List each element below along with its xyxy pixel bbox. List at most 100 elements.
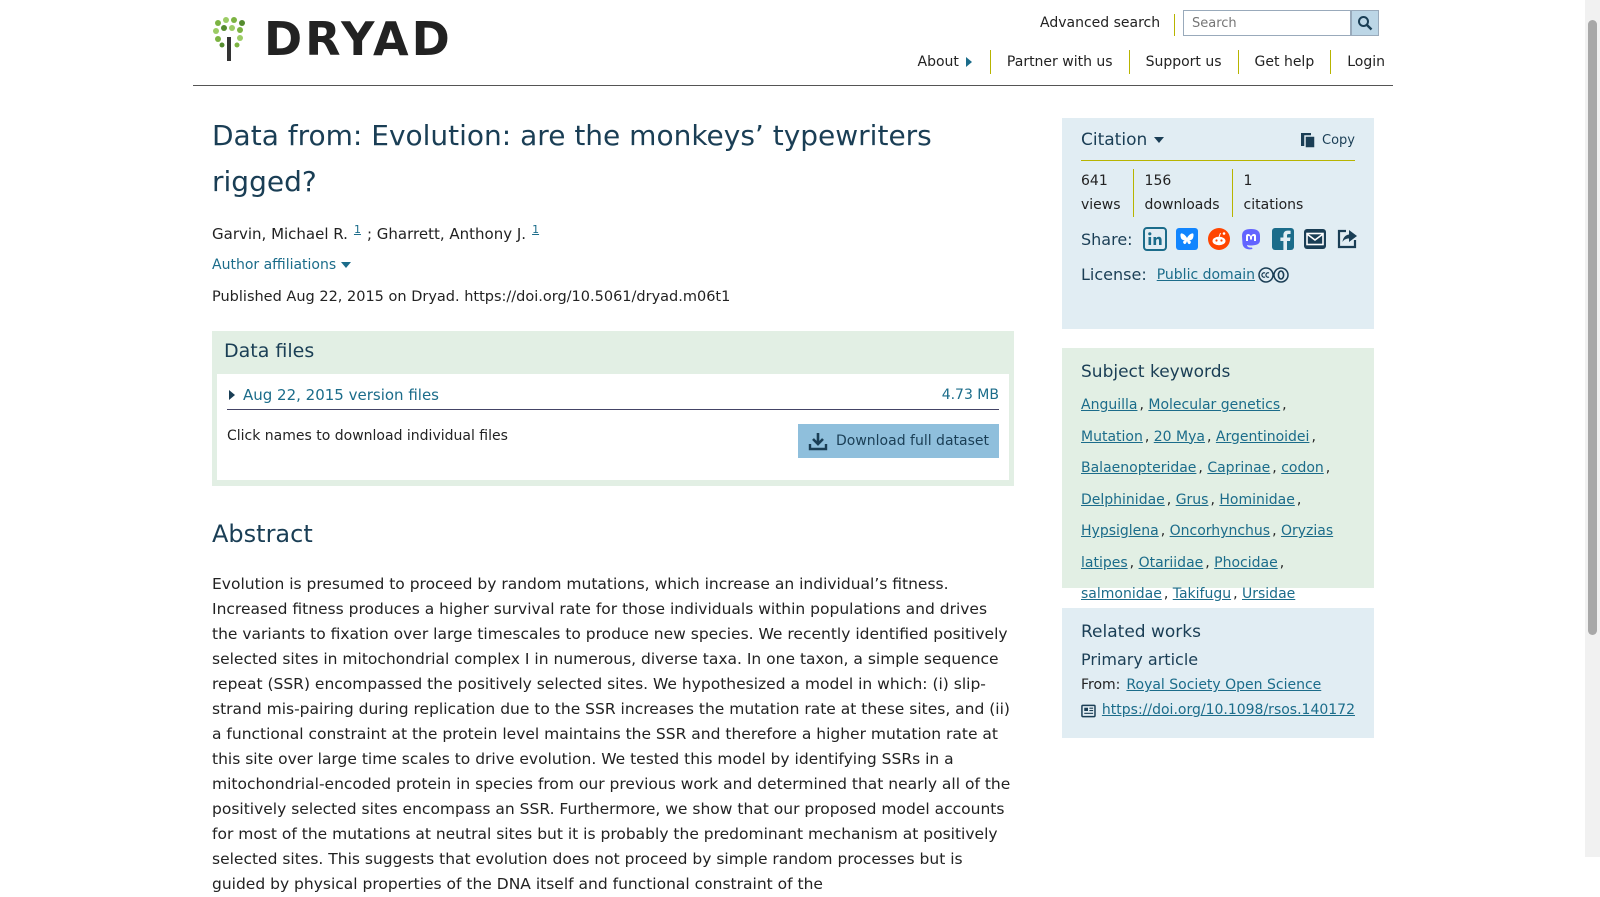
keyword-link[interactable]: Delphinidae — [1081, 492, 1165, 508]
keyword-separator: , — [1325, 460, 1331, 476]
license-link[interactable]: Public domain — [1157, 267, 1255, 283]
linkedin-icon[interactable] — [1142, 227, 1167, 251]
article-icon — [1081, 704, 1096, 717]
nav-label: Partner with us — [1006, 54, 1113, 70]
subject-keywords-panel: Subject keywords Anguilla, Molecular gen… — [1062, 348, 1374, 602]
dataset-title: Data from: Evolution: are the monkeys’ t… — [212, 119, 932, 198]
abstract-text: Evolution is presumed to proceed by rand… — [212, 575, 1011, 893]
metrics: 641 views 156 downloads 1 citations — [1081, 169, 1355, 217]
copy-citation-button[interactable]: Copy — [1300, 131, 1355, 149]
journal-link[interactable]: Royal Society Open Science — [1126, 673, 1321, 698]
keyword-link[interactable]: Mutation — [1081, 429, 1143, 445]
mastodon-icon[interactable] — [1239, 227, 1263, 251]
related-doi: https://doi.org/10.1098/rsos.140172 — [1081, 698, 1355, 723]
citation-toggle[interactable]: Citation — [1081, 130, 1165, 150]
keyword-link[interactable]: Anguilla — [1081, 397, 1137, 413]
search-button[interactable] — [1351, 10, 1379, 36]
download-hint: Click names to download individual files — [227, 428, 508, 444]
keyword-link[interactable]: Caprinae — [1207, 460, 1270, 476]
keyword-link[interactable]: 20 Mya — [1154, 429, 1205, 445]
share-label: Share: — [1081, 229, 1133, 249]
caret-right-icon — [965, 57, 972, 67]
keyword-link[interactable]: Ursidae — [1242, 586, 1295, 602]
clipboard-icon — [1301, 133, 1316, 149]
author-separator: ; — [366, 225, 377, 243]
caret-right-icon — [229, 390, 235, 400]
keyword-link[interactable]: Phocidae — [1214, 555, 1278, 571]
version-row: Aug 22, 2015 version files 4.73 MB — [227, 386, 999, 410]
author-list: Garvin, Michael R. 1; Gharrett, Anthony J… — [212, 221, 1014, 243]
reddit-icon[interactable] — [1207, 227, 1231, 251]
keyword-link[interactable]: Grus — [1176, 492, 1209, 508]
citation-header: Citation Copy — [1081, 130, 1355, 161]
keyword-link[interactable]: salmonidae — [1081, 586, 1162, 602]
citation-title: Citation — [1081, 130, 1148, 150]
views-label: views — [1081, 197, 1121, 213]
citations-count: 1 — [1243, 173, 1253, 189]
dataset-main: Data from: Evolution: are the monkeys’ t… — [212, 113, 1014, 897]
published-info: Published Aug 22, 2015 on Dryad. https:/… — [212, 289, 731, 305]
citation-panel: Citation Copy 641 views 156 downloads 1 cit… — [1062, 118, 1374, 329]
nav-login[interactable]: Login — [1330, 50, 1393, 74]
author-name: Gharrett, Anthony J. — [376, 225, 527, 243]
share-icon[interactable] — [1335, 227, 1359, 251]
affiliation-ref[interactable]: 1 — [354, 223, 361, 236]
keyword-separator: , — [1311, 428, 1316, 445]
from-label: From: — [1081, 677, 1121, 693]
search-input[interactable] — [1183, 10, 1351, 36]
main-nav: About Partner with us Support us Get hel… — [902, 50, 1393, 74]
keyword-separator: , — [1206, 428, 1216, 445]
download-icon — [808, 433, 828, 451]
keyword-separator: , — [1279, 554, 1285, 571]
data-files-heading: Data files — [224, 340, 315, 362]
download-label: Download full dataset — [835, 433, 989, 449]
downloads-metric: 156 downloads — [1132, 169, 1232, 217]
views-metric: 641 views — [1081, 169, 1133, 217]
cc-zero-icon — [1258, 266, 1289, 283]
nav-about[interactable]: About — [902, 50, 990, 74]
keyword-link[interactable]: Oncorhynchus — [1170, 523, 1270, 539]
download-full-dataset-button[interactable]: Download full dataset — [797, 424, 999, 458]
keyword-separator: , — [1160, 523, 1170, 539]
data-files-body: Aug 22, 2015 version files 4.73 MB Click… — [217, 374, 1009, 480]
scrollbar[interactable] — [1585, 0, 1600, 857]
bluesky-icon[interactable] — [1175, 227, 1199, 251]
nav-help[interactable]: Get help — [1237, 50, 1331, 74]
keyword-link[interactable]: codon — [1281, 460, 1324, 476]
keyword-separator: , — [1166, 491, 1176, 508]
nav-label: About — [917, 54, 959, 70]
keyword-separator: , — [1233, 586, 1242, 602]
license-value-wrap: Public domain — [1157, 267, 1290, 283]
keyword-link[interactable]: Argentinoidei — [1216, 429, 1310, 445]
nav-support[interactable]: Support us — [1128, 50, 1238, 74]
caret-down-icon — [341, 262, 352, 268]
keyword-link[interactable]: Hypsiglena — [1081, 523, 1159, 539]
keywords-heading: Subject keywords — [1081, 362, 1231, 382]
nav-partner[interactable]: Partner with us — [989, 50, 1129, 74]
keyword-link[interactable]: Hominidae — [1219, 492, 1294, 508]
keyword-link[interactable]: Balaenopteridae — [1081, 460, 1196, 476]
nav-label: Login — [1347, 54, 1385, 70]
related-heading: Related works — [1081, 622, 1201, 642]
primary-article-heading: Primary article — [1081, 650, 1199, 669]
affiliation-ref[interactable]: 1 — [532, 223, 539, 236]
keyword-separator: , — [1296, 491, 1302, 508]
scroll-thumb[interactable] — [1588, 20, 1597, 635]
related-works-panel: Related works Primary article From: Roya… — [1062, 608, 1374, 738]
version-files-toggle[interactable]: Aug 22, 2015 version files — [227, 386, 439, 404]
advanced-search-link[interactable]: Advanced search — [1040, 14, 1176, 36]
search-icon — [1358, 16, 1373, 31]
keyword-separator: , — [1163, 586, 1173, 602]
doi-link[interactable]: https://doi.org/10.1098/rsos.140172 — [1102, 698, 1355, 723]
abstract-heading: Abstract — [212, 520, 313, 548]
keyword-separator: , — [1198, 460, 1208, 476]
keyword-list: Anguilla, Molecular genetics, Mutation, … — [1081, 390, 1355, 611]
keyword-link[interactable]: Molecular genetics — [1148, 397, 1280, 413]
author-affiliations-toggle[interactable]: Author affiliations — [212, 257, 1014, 273]
dryad-logo[interactable]: DRYAD — [212, 16, 453, 62]
affiliations-label: Author affiliations — [212, 257, 337, 273]
facebook-icon[interactable] — [1271, 227, 1295, 251]
keyword-link[interactable]: Takifugu — [1173, 586, 1231, 602]
keyword-link[interactable]: Otariidae — [1139, 555, 1204, 571]
email-icon[interactable] — [1303, 227, 1327, 251]
